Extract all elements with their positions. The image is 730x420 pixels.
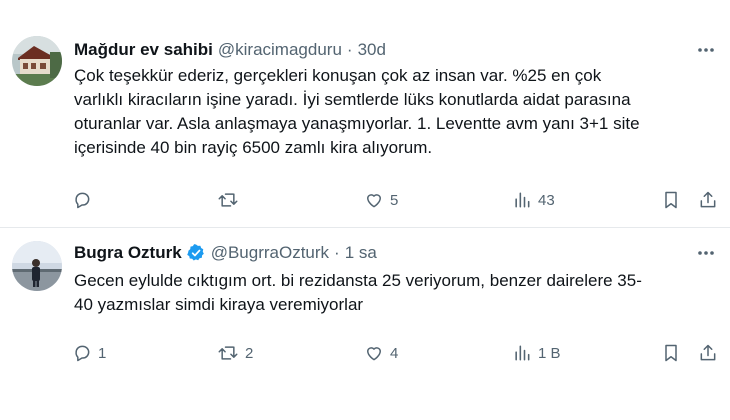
reply-button[interactable] (72, 186, 98, 214)
share-icon (700, 344, 716, 361)
tweet-text-line: Çok teşekkür ederiz, gerçekleri konuşan … (74, 66, 602, 85)
views-button[interactable]: 1 B (512, 339, 561, 367)
reply-button[interactable]: 1 (72, 339, 106, 367)
more-options-button[interactable] (694, 241, 718, 265)
bookmark-icon (665, 344, 677, 362)
tweet-text-line: varlıklı kiracıların işine yaradı. İyi s… (74, 90, 631, 109)
author-name[interactable]: Mağdur ev sahibi (74, 40, 213, 60)
share-button[interactable] (698, 186, 718, 214)
retweet-icon (218, 346, 238, 360)
separator-dot: · (334, 243, 340, 262)
action-bar: 1 2 4 1 B (0, 339, 730, 367)
tweet-text-line: Gecen eylulde cıktıgım ort. bi rezidanst… (74, 271, 642, 290)
tweet-header: Bugra Ozturk @BugrraOzturk · 1 sa (74, 241, 718, 265)
avatar[interactable] (12, 36, 62, 86)
tweet-text: Çok teşekkür ederiz, gerçekleri konuşan … (74, 64, 716, 160)
reply-icon (75, 345, 90, 362)
tweet-header: Mağdur ev sahibi @kiracimagduru · 30d (74, 38, 718, 62)
more-icon (698, 48, 714, 52)
verified-badge (186, 243, 206, 263)
tweet-text-line: içerisinde 40 bin rayiç 6500 zamlı kira … (74, 138, 433, 157)
retweet-count: 2 (245, 344, 254, 362)
like-icon (367, 194, 381, 208)
author-handle[interactable]: @kiracimagduru (218, 40, 342, 60)
tweet-text-line: oturanlar var. Asla anlaşmaya yanaşmıyor… (74, 114, 640, 133)
avatar[interactable] (12, 241, 62, 291)
bookmark-button[interactable] (661, 339, 681, 367)
views-count: 43 (538, 191, 555, 209)
retweet-button[interactable] (217, 186, 245, 214)
action-bar: 5 43 (0, 186, 730, 214)
bookmark-icon (665, 191, 677, 209)
tweet[interactable]: Bugra Ozturk @BugrraOzturk · 1 sa Gecen … (0, 229, 730, 420)
more-icon (698, 251, 714, 255)
retweet-icon (218, 193, 238, 207)
like-count: 4 (390, 344, 399, 362)
timestamp[interactable]: 1 sa (345, 243, 377, 263)
like-button[interactable]: 4 (364, 339, 398, 367)
like-count: 5 (390, 191, 399, 209)
author-handle[interactable]: @BugrraOzturk (211, 243, 329, 263)
author-name[interactable]: Bugra Ozturk (74, 243, 182, 263)
avatar-house-image (12, 36, 62, 86)
like-button[interactable]: 5 (364, 186, 398, 214)
like-icon (367, 347, 381, 361)
bookmark-button[interactable] (661, 186, 681, 214)
verified-badge-icon (186, 244, 204, 261)
tweet[interactable]: Mağdur ev sahibi @kiracimagduru · 30d Ço… (0, 0, 730, 228)
separator-dot: · (346, 40, 353, 59)
views-count: 1 B (538, 344, 561, 362)
tweet-text-line: 40 yazmıslar simdi kiraya veremiyorlar (74, 295, 364, 314)
timestamp[interactable]: 30d (358, 40, 386, 60)
reply-count: 1 (98, 344, 107, 362)
more-options-button[interactable] (694, 38, 718, 62)
views-icon (515, 192, 530, 208)
retweet-button[interactable]: 2 (217, 339, 253, 367)
tweet-text: Gecen eylulde cıktıgım ort. bi rezidanst… (74, 269, 716, 317)
views-icon (515, 345, 530, 361)
reply-icon (75, 192, 90, 209)
share-icon (700, 191, 716, 208)
avatar-person-image (12, 241, 62, 291)
share-button[interactable] (698, 339, 718, 367)
views-button[interactable]: 43 (512, 186, 555, 214)
